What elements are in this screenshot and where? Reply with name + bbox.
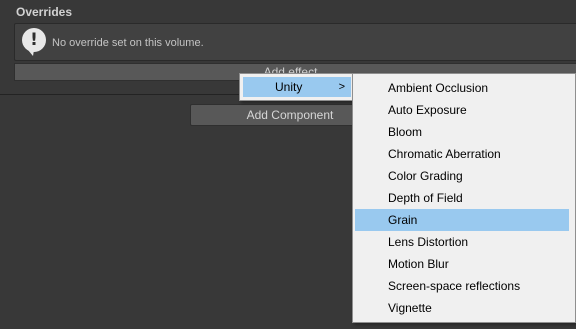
menu-item-depth-of-field[interactable]: Depth of Field (355, 187, 569, 209)
menu-item-label: Auto Exposure (388, 103, 467, 117)
menu-item-label: Vignette (388, 301, 432, 315)
menu-item-label: Grain (388, 213, 418, 227)
overrides-title: Overrides (16, 5, 73, 19)
menu-item-label: Depth of Field (388, 191, 463, 205)
context-menu-level2: Ambient Occlusion Auto Exposure Bloom Ch… (352, 73, 576, 323)
menu-item-screen-space-reflections[interactable]: Screen-space reflections (355, 275, 569, 297)
menu-item-bloom[interactable]: Bloom (355, 121, 569, 143)
menu-item-unity[interactable]: Unity > (243, 77, 351, 97)
menu-item-motion-blur[interactable]: Motion Blur (355, 253, 569, 275)
menu-item-lens-distortion[interactable]: Lens Distortion (355, 231, 569, 253)
menu-item-label: Ambient Occlusion (388, 81, 489, 95)
menu-item-label: Color Grading (388, 169, 463, 183)
menu-item-grain[interactable]: Grain (355, 209, 569, 231)
menu-item-label: Bloom (388, 125, 423, 139)
menu-item-label: Screen-space reflections (388, 279, 521, 293)
menu-item-auto-exposure[interactable]: Auto Exposure (355, 99, 569, 121)
menu-item-ambient-occlusion[interactable]: Ambient Occlusion (355, 77, 569, 99)
menu-item-color-grading[interactable]: Color Grading (355, 165, 569, 187)
menu-item-vignette[interactable]: Vignette (355, 297, 569, 319)
menu-item-label: Lens Distortion (388, 235, 469, 249)
submenu-arrow-icon: > (338, 81, 345, 93)
menu-item-unity-label: Unity (275, 80, 303, 94)
info-help-box: ! No override set on this volume. (14, 23, 576, 61)
menu-item-label: Motion Blur (388, 257, 449, 271)
menu-item-label: Chromatic Aberration (388, 147, 501, 161)
info-message: No override set on this volume. (52, 37, 204, 49)
context-menu-level1: Unity > (239, 73, 355, 101)
menu-item-chromatic-aberration[interactable]: Chromatic Aberration (355, 143, 569, 165)
info-exclamation-icon: ! (22, 28, 46, 56)
